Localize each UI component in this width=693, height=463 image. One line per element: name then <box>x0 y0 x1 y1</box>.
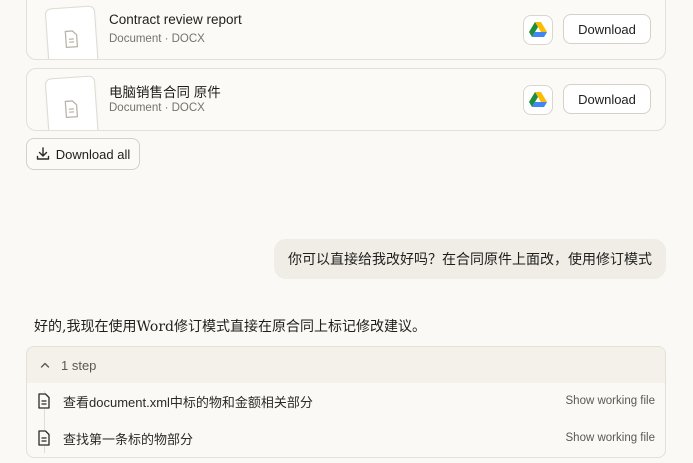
step-label: 查看document.xml中标的物和金额相关部分 <box>63 394 313 410</box>
assistant-message: 好的,我现在使用Word修订模式直接在原合同上标记修改建议。 <box>34 319 426 335</box>
file-icon <box>37 430 51 446</box>
step-item: 查看document.xml中标的物和金额相关部分 Show working f… <box>27 386 665 416</box>
user-message-text: 你可以直接给我改好吗？在合同原件上面改，使用修订模式 <box>288 251 652 267</box>
file-icon <box>37 393 51 409</box>
download-all-button[interactable]: Download all <box>26 138 140 170</box>
file-meta: Document · DOCX <box>109 102 205 114</box>
document-icon <box>64 100 79 119</box>
chevron-up-icon <box>40 362 50 368</box>
show-working-file-link[interactable]: Show working file <box>566 432 655 444</box>
google-drive-icon <box>529 22 547 37</box>
steps-toggle[interactable]: 1 step <box>27 347 665 383</box>
file-card[interactable]: Contract review report Document · DOCX D… <box>26 0 666 60</box>
file-title: Contract review report <box>109 12 242 27</box>
file-title: 电脑销售合同 原件 <box>109 85 221 100</box>
step-item: 查找第一条标的物部分 Show working file <box>27 423 665 453</box>
file-card[interactable]: 电脑销售合同 原件 Document · DOCX Download <box>26 68 666 131</box>
download-icon <box>36 147 49 160</box>
step-label: 查找第一条标的物部分 <box>63 431 194 447</box>
show-working-file-link[interactable]: Show working file <box>566 395 655 407</box>
save-to-drive-button[interactable] <box>523 15 553 45</box>
document-thumbnail <box>44 75 100 130</box>
user-message: 你可以直接给我改好吗？在合同原件上面改，使用修订模式 <box>274 239 666 279</box>
document-thumbnail <box>44 5 100 59</box>
download-button[interactable]: Download <box>563 84 651 114</box>
save-to-drive-button[interactable] <box>523 85 553 115</box>
steps-count: 1 step <box>61 357 97 373</box>
download-all-label: Download all <box>55 146 131 162</box>
document-icon <box>64 30 79 49</box>
download-button[interactable]: Download <box>563 14 651 44</box>
file-meta: Document · DOCX <box>109 33 205 45</box>
steps-panel: 1 step 查看document.xml中标的物和金额相关部分 Show wo… <box>26 346 666 458</box>
google-drive-icon <box>529 92 547 107</box>
